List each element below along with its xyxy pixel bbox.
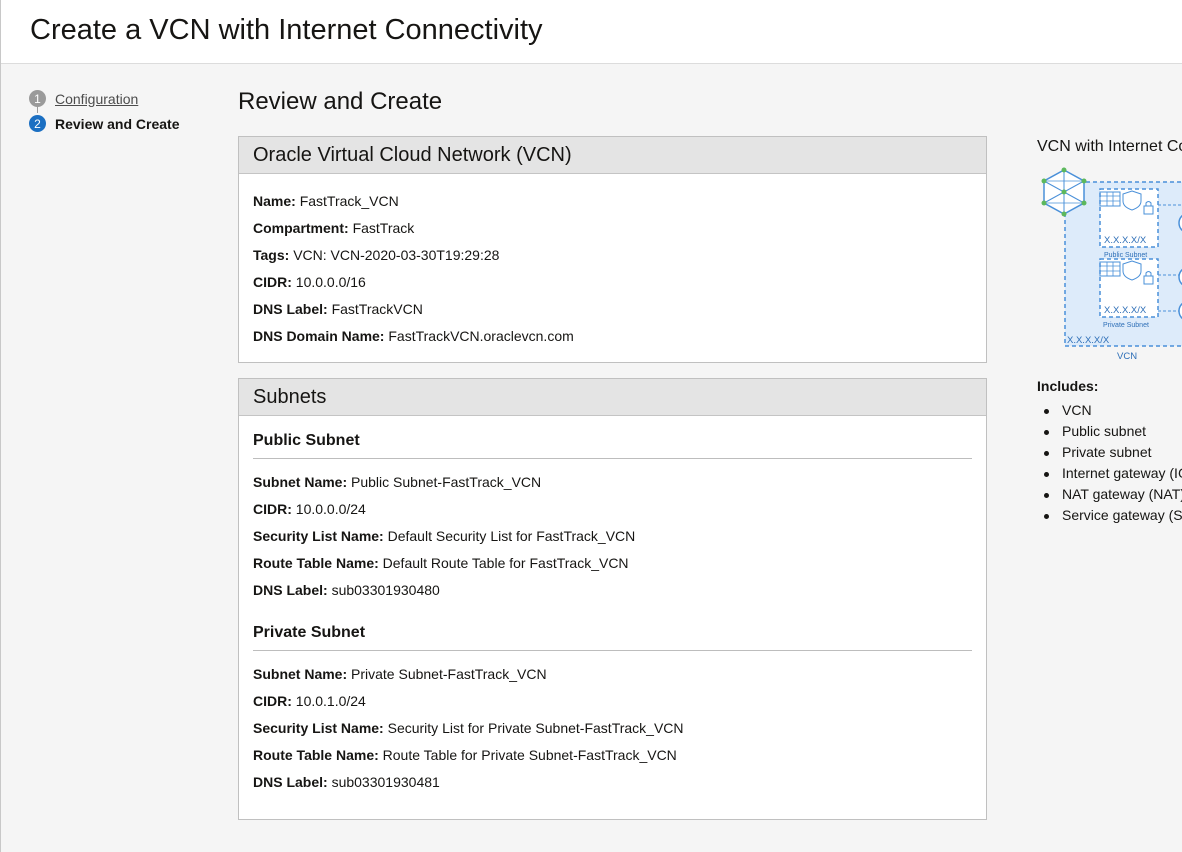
- field-value: VCN: VCN-2020-03-30T19:29:28: [293, 247, 500, 263]
- public-subnet-section: Public Subnet Subnet Name: Public Subnet…: [239, 416, 986, 604]
- private-subnet-section: Private Subnet Subnet Name: Private Subn…: [239, 604, 986, 796]
- public-field-subnet-name: Subnet Name: Public Subnet-FastTrack_VCN: [239, 469, 986, 496]
- vcn-field-name: Name: FastTrack_VCN: [239, 188, 986, 215]
- wizard-steps: 1 Configuration 2 Review and Create: [29, 86, 180, 136]
- field-label: Subnet Name:: [253, 666, 348, 682]
- public-field-security-list: Security List Name: Default Security Lis…: [239, 523, 986, 550]
- list-item: Public subnet: [1037, 421, 1182, 442]
- field-value: sub03301930481: [331, 774, 440, 790]
- field-value: Default Security List for FastTrack_VCN: [387, 528, 636, 544]
- field-label: Route Table Name:: [253, 555, 379, 571]
- field-label: Name:: [253, 193, 296, 209]
- field-label: Security List Name:: [253, 528, 384, 544]
- step-label-review-and-create: Review and Create: [55, 115, 180, 132]
- list-item: VCN: [1037, 400, 1182, 421]
- field-label: CIDR:: [253, 501, 292, 517]
- vcn-field-dns-label: DNS Label: FastTrackVCN: [239, 296, 986, 323]
- field-label: Route Table Name:: [253, 747, 379, 763]
- field-label: Tags:: [253, 247, 290, 263]
- private-field-route-table: Route Table Name: Route Table for Privat…: [239, 742, 986, 769]
- vcn-diagram: X.X.X.X/X Public Subnet X.X.X.X/X Privat…: [1041, 167, 1182, 362]
- private-subnet-label: Private Subnet: [1103, 322, 1149, 329]
- field-value: 10.0.0.0/16: [295, 274, 366, 290]
- divider: [253, 650, 972, 651]
- field-label: DNS Label:: [253, 301, 328, 317]
- field-label: DNS Label:: [253, 774, 328, 790]
- field-value: FastTrackVCN.oraclevcn.com: [388, 328, 574, 344]
- vcn-cidr: X.X.X.X/X: [1067, 335, 1110, 346]
- private-field-subnet-name: Subnet Name: Private Subnet-FastTrack_VC…: [239, 661, 986, 688]
- field-value: Private Subnet-FastTrack_VCN: [351, 666, 547, 682]
- vcn-fields: Name: FastTrack_VCN Compartment: FastTra…: [239, 174, 986, 350]
- divider: [253, 458, 972, 459]
- field-value: Route Table for Private Subnet-FastTrack…: [382, 747, 677, 763]
- field-label: CIDR:: [253, 693, 292, 709]
- field-label: Subnet Name:: [253, 474, 348, 490]
- field-value: Public Subnet-FastTrack_VCN: [351, 474, 542, 490]
- field-label: DNS Label:: [253, 582, 328, 598]
- field-label: Security List Name:: [253, 720, 384, 736]
- step-configuration[interactable]: 1 Configuration: [29, 86, 180, 111]
- field-label: DNS Domain Name:: [253, 328, 385, 344]
- vcn-field-dns-domain: DNS Domain Name: FastTrackVCN.oraclevcn.…: [239, 323, 986, 350]
- field-value: sub03301930480: [331, 582, 440, 598]
- public-field-cidr: CIDR: 10.0.0.0/24: [239, 496, 986, 523]
- public-subnet-label: Public Subnet: [1104, 252, 1147, 259]
- private-field-cidr: CIDR: 10.0.1.0/24: [239, 688, 986, 715]
- public-subnet-heading: Public Subnet: [253, 432, 360, 449]
- field-label: Compartment:: [253, 220, 349, 236]
- list-item: Private subnet: [1037, 442, 1182, 463]
- window-left-border: [0, 0, 1, 852]
- public-subnet-cidr: X.X.X.X/X: [1104, 235, 1147, 246]
- vcn-label: VCN: [1117, 351, 1137, 362]
- vcn-panel-title: Oracle Virtual Cloud Network (VCN): [239, 137, 986, 174]
- sidebar-title: VCN with Internet Co: [1037, 138, 1182, 155]
- subnets-panel: Subnets Public Subnet Subnet Name: Publi…: [238, 378, 987, 820]
- field-value: FastTrackVCN: [331, 301, 423, 317]
- includes-label: Includes:: [1037, 378, 1099, 394]
- public-field-dns-label: DNS Label: sub03301930480: [239, 577, 986, 604]
- list-item: Internet gateway (IG: [1037, 463, 1182, 484]
- private-field-security-list: Security List Name: Security List for Pr…: [239, 715, 986, 742]
- page-header: Create a VCN with Internet Connectivity: [1, 0, 1182, 64]
- field-value: FastTrack_VCN: [299, 193, 399, 209]
- main-title: Review and Create: [238, 88, 443, 115]
- field-label: CIDR:: [253, 274, 292, 290]
- step-review-and-create: 2 Review and Create: [29, 111, 180, 136]
- vcn-field-compartment: Compartment: FastTrack: [239, 215, 986, 242]
- field-value: Default Route Table for FastTrack_VCN: [382, 555, 629, 571]
- field-value: 10.0.1.0/24: [295, 693, 366, 709]
- step-number-2: 2: [29, 115, 46, 132]
- vcn-field-cidr: CIDR: 10.0.0.0/16: [239, 269, 986, 296]
- public-field-route-table: Route Table Name: Default Route Table fo…: [239, 550, 986, 577]
- info-sidebar: VCN with Internet Co Includes: VCN Publi…: [1037, 136, 1182, 523]
- step-number-1: 1: [29, 90, 46, 107]
- field-value: FastTrack: [352, 220, 415, 236]
- vcn-panel: Oracle Virtual Cloud Network (VCN) Name:…: [238, 136, 987, 363]
- step-link-configuration[interactable]: Configuration: [55, 91, 138, 107]
- private-subnet-cidr: X.X.X.X/X: [1104, 305, 1147, 316]
- page-title: Create a VCN with Internet Connectivity: [30, 14, 543, 46]
- list-item: NAT gateway (NAT): [1037, 484, 1182, 505]
- field-value: Security List for Private Subnet-FastTra…: [387, 720, 684, 736]
- field-value: 10.0.0.0/24: [295, 501, 366, 517]
- vcn-field-tags: Tags: VCN: VCN-2020-03-30T19:29:28: [239, 242, 986, 269]
- subnets-panel-title: Subnets: [239, 379, 986, 416]
- list-item: Service gateway (S: [1037, 505, 1182, 526]
- includes-list: VCN Public subnet Private subnet Interne…: [1037, 400, 1182, 526]
- private-subnet-heading: Private Subnet: [253, 624, 366, 641]
- private-field-dns-label: DNS Label: sub03301930481: [239, 769, 986, 796]
